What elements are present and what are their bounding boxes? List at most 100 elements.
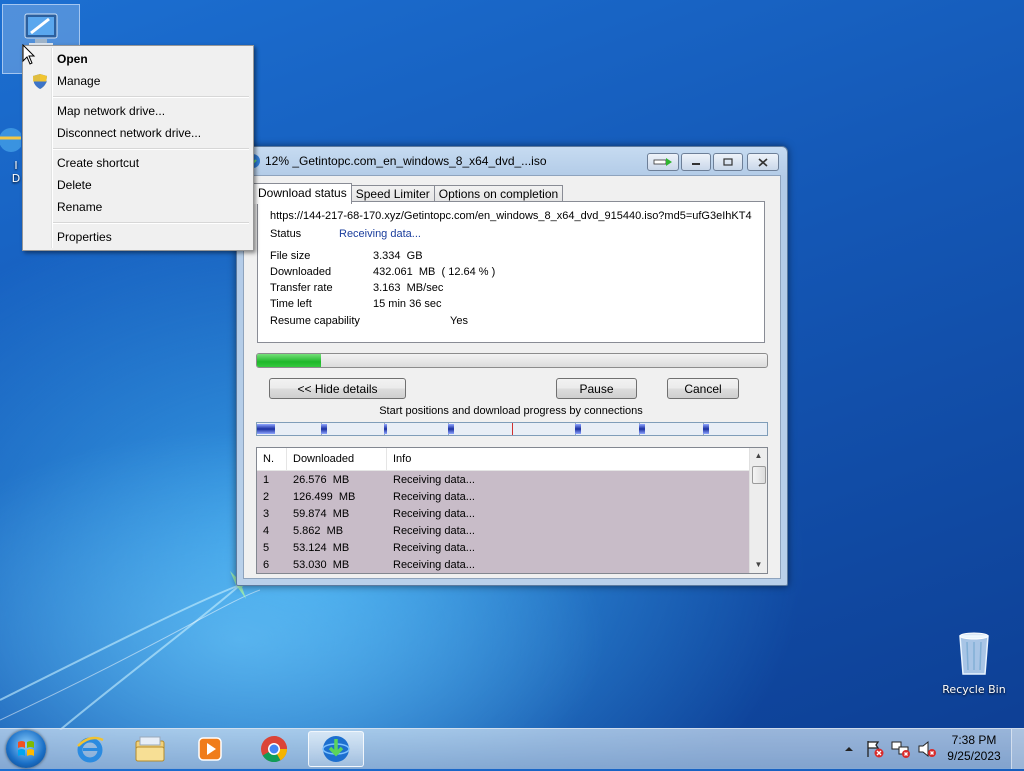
scroll-down-arrow-icon[interactable]: ▼ bbox=[750, 557, 767, 573]
volume-muted-icon[interactable] bbox=[916, 739, 938, 759]
file-size-label: File size bbox=[270, 250, 311, 262]
connection-segment-7 bbox=[703, 424, 709, 434]
time-left-value: 15 min 36 sec bbox=[373, 298, 442, 310]
cancel-button[interactable]: Cancel bbox=[667, 378, 739, 399]
cell-number: 5 bbox=[263, 542, 270, 554]
taskbar-file-explorer[interactable] bbox=[122, 731, 178, 767]
cell-info: Receiving data... bbox=[393, 508, 475, 520]
connection-segment-4 bbox=[448, 424, 454, 434]
menu-separator bbox=[53, 96, 249, 98]
show-desktop-button[interactable] bbox=[1011, 729, 1024, 769]
menu-item-rename[interactable]: Rename bbox=[25, 197, 251, 218]
cell-info: Receiving data... bbox=[393, 542, 475, 554]
scrollbar-thumb[interactable] bbox=[752, 466, 766, 484]
network-disconnected-icon[interactable] bbox=[890, 739, 912, 759]
scroll-up-arrow-icon[interactable]: ▲ bbox=[750, 448, 767, 464]
show-hidden-icons-icon[interactable] bbox=[842, 742, 856, 756]
connections-table: N. Downloaded Info 1 26.576 MB Receiving d… bbox=[256, 447, 768, 574]
table-row[interactable]: 5 53.124 MB Receiving data... bbox=[257, 540, 749, 557]
menu-separator bbox=[53, 148, 249, 150]
window-to-tray-button[interactable] bbox=[647, 153, 679, 171]
cell-number: 4 bbox=[263, 525, 270, 537]
downloaded-label: Downloaded bbox=[270, 266, 332, 278]
menu-item-map-network-drive[interactable]: Map network drive... bbox=[25, 101, 251, 122]
table-row[interactable]: 1 26.576 MB Receiving data... bbox=[257, 472, 749, 489]
cell-number: 2 bbox=[263, 491, 270, 503]
mouse-cursor-icon bbox=[22, 44, 36, 65]
cell-downloaded: 53.030 MB bbox=[293, 559, 350, 571]
cell-downloaded: 53.124 MB bbox=[293, 542, 350, 554]
clock-time: 7:38 PM bbox=[951, 733, 997, 747]
cell-info: Receiving data... bbox=[393, 491, 475, 503]
connections-progress-bar bbox=[256, 422, 768, 436]
taskbar-internet-explorer[interactable] bbox=[62, 731, 118, 767]
start-button[interactable] bbox=[6, 730, 46, 768]
minimize-icon bbox=[692, 163, 700, 165]
arrow-right-icon bbox=[653, 158, 672, 166]
resume-capability-label: Resume capability bbox=[270, 315, 360, 327]
maximize-button[interactable] bbox=[713, 153, 743, 171]
column-header-info[interactable]: Info bbox=[387, 448, 749, 470]
cell-number: 1 bbox=[263, 474, 270, 486]
tab-download-status[interactable]: Download status bbox=[253, 183, 352, 204]
close-icon bbox=[758, 157, 768, 167]
menu-separator bbox=[53, 222, 249, 224]
maximize-icon bbox=[723, 158, 733, 166]
window-title: 12% _Getintopc.com_en_windows_8_x64_dvd_… bbox=[265, 154, 547, 168]
cell-number: 3 bbox=[263, 508, 270, 520]
taskbar-clock[interactable]: 7:38 PM 9/25/2023 bbox=[936, 732, 1012, 764]
transfer-rate-value: 3.163 MB/sec bbox=[373, 282, 444, 294]
file-size-value: 3.334 GB bbox=[373, 250, 423, 262]
table-body: 1 26.576 MB Receiving data... 2 126.499 MB Re… bbox=[257, 471, 749, 573]
cell-info: Receiving data... bbox=[393, 559, 475, 571]
taskbar-media-player[interactable] bbox=[182, 731, 238, 767]
transfer-rate-label: Transfer rate bbox=[270, 282, 333, 294]
table-row[interactable]: 3 59.874 MB Receiving data... bbox=[257, 506, 749, 523]
internet-download-manager-icon bbox=[322, 736, 350, 762]
connection-segment-1 bbox=[257, 424, 275, 434]
minimize-button[interactable] bbox=[681, 153, 711, 171]
connection-divider bbox=[512, 423, 513, 435]
recycle-bin-icon bbox=[959, 632, 989, 675]
status-label: Status bbox=[270, 228, 302, 240]
menu-item-disconnect-network-drive[interactable]: Disconnect network drive... bbox=[25, 123, 251, 144]
windows-logo-icon bbox=[18, 741, 34, 756]
recycle-bin-desktop-icon[interactable]: Recycle Bin bbox=[936, 630, 1012, 696]
table-scrollbar[interactable]: ▲ ▼ bbox=[749, 448, 767, 573]
connection-segment-5 bbox=[575, 424, 581, 434]
taskbar: 7:38 PM 9/25/2023 bbox=[0, 728, 1024, 769]
connection-segment-3 bbox=[384, 424, 387, 434]
table-row[interactable]: 6 53.030 MB Receiving data... bbox=[257, 557, 749, 573]
menu-item-manage[interactable]: Manage bbox=[25, 71, 251, 92]
menu-item-open[interactable]: Open bbox=[25, 49, 251, 70]
column-header-number[interactable]: N. bbox=[257, 448, 287, 470]
taskbar-chrome[interactable] bbox=[246, 731, 302, 767]
shield-icon bbox=[33, 74, 47, 89]
downloaded-value: 432.061 MB ( 12.64 % ) bbox=[373, 266, 496, 278]
download-url: https://144-217-68-170.xyz/Getintopc.com… bbox=[270, 210, 752, 222]
menu-item-properties[interactable]: Properties bbox=[25, 227, 251, 248]
menu-item-manage-label: Manage bbox=[57, 74, 101, 88]
progress-fill bbox=[257, 354, 322, 367]
action-center-flag-icon[interactable] bbox=[864, 739, 886, 759]
connection-segment-6 bbox=[639, 424, 645, 434]
internet-explorer-icon bbox=[77, 736, 104, 763]
file-explorer-icon bbox=[135, 736, 165, 762]
connections-caption: Start positions and download progress by… bbox=[379, 405, 643, 417]
hide-details-button[interactable]: << Hide details bbox=[269, 378, 406, 399]
cell-info: Receiving data... bbox=[393, 525, 475, 537]
pause-button[interactable]: Pause bbox=[556, 378, 637, 399]
taskbar-internet-download-manager[interactable] bbox=[308, 731, 364, 767]
cell-downloaded: 59.874 MB bbox=[293, 508, 350, 520]
table-header: N. Downloaded Info bbox=[257, 448, 749, 471]
table-row[interactable]: 4 5.862 MB Receiving data... bbox=[257, 523, 749, 540]
menu-item-create-shortcut[interactable]: Create shortcut bbox=[25, 153, 251, 174]
close-button[interactable] bbox=[747, 153, 779, 171]
column-header-downloaded[interactable]: Downloaded bbox=[287, 448, 387, 470]
media-player-icon bbox=[198, 737, 222, 761]
table-row[interactable]: 2 126.499 MB Receiving data... bbox=[257, 489, 749, 506]
menu-item-delete[interactable]: Delete bbox=[25, 175, 251, 196]
download-progress-bar bbox=[256, 353, 768, 368]
cell-info: Receiving data... bbox=[393, 474, 475, 486]
status-value: Receiving data... bbox=[339, 228, 421, 240]
